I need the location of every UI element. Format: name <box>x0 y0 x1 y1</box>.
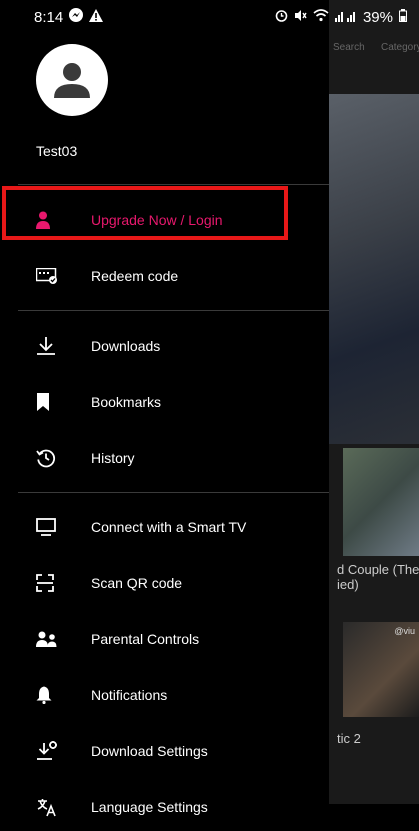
status-time: 8:14 <box>34 8 64 26</box>
search-tab[interactable]: Search <box>333 42 365 53</box>
person-icon <box>54 63 90 98</box>
divider <box>18 310 329 311</box>
menu-item-smart-tv[interactable]: Connect with a Smart TV <box>18 503 329 551</box>
menu-item-label: Redeem code <box>91 268 179 284</box>
history-icon <box>36 446 76 470</box>
menu-item-download-settings[interactable]: Download Settings <box>18 727 329 775</box>
menu-item-label: Language Settings <box>91 799 208 815</box>
thumbnail-2-title: tic 2 <box>337 731 361 746</box>
menu-item-label: Connect with a Smart TV <box>91 519 247 535</box>
menu-item-label: Downloads <box>91 338 161 354</box>
bookmark-icon <box>36 390 76 414</box>
menu-item-label: History <box>91 450 135 466</box>
status-bar: 8:14 39% <box>0 0 419 34</box>
thumbnail-2[interactable]: @viu <box>343 622 419 717</box>
alarm-icon <box>275 9 288 26</box>
menu-item-redeem[interactable]: Redeem code <box>18 252 329 300</box>
divider <box>18 492 329 493</box>
warning-icon <box>89 8 104 26</box>
viu-watermark: @viu <box>394 626 415 636</box>
highlight-box <box>2 186 288 240</box>
tv-icon <box>36 515 76 539</box>
signal-icon <box>334 9 357 26</box>
menu-item-scan-qr[interactable]: Scan QR code <box>18 559 329 607</box>
wifi-icon <box>313 8 329 26</box>
menu-item-bookmarks[interactable]: Bookmarks <box>18 378 329 426</box>
username: Test03 <box>36 143 78 159</box>
family-icon <box>36 627 76 651</box>
category-tab[interactable]: Category <box>381 42 419 53</box>
download-settings-icon <box>36 739 76 763</box>
menu-item-label: Notifications <box>91 687 168 703</box>
menu-item-label: Parental Controls <box>91 631 200 647</box>
thumbnail-1-title: d Couple (The ied) <box>337 562 419 592</box>
messenger-icon <box>69 8 84 26</box>
user-avatar[interactable] <box>36 44 108 116</box>
navigation-drawer: Test03 Upgrade Now / Login Redeem code D… <box>18 0 329 817</box>
qr-scan-icon <box>36 571 76 595</box>
menu-item-language-settings[interactable]: Language Settings <box>18 783 329 831</box>
menu-item-label: Bookmarks <box>91 394 162 410</box>
language-icon <box>36 795 76 819</box>
divider <box>18 184 329 185</box>
battery-text: 39% <box>362 8 393 26</box>
menu-item-downloads[interactable]: Downloads <box>18 322 329 370</box>
download-icon <box>36 334 76 358</box>
background-content: Search Category d Couple (The ied) @viu t… <box>329 0 419 804</box>
battery-icon <box>399 8 407 26</box>
thumbnail-1[interactable] <box>343 448 419 556</box>
voucher-icon <box>36 264 76 288</box>
hero-poster[interactable] <box>329 94 419 444</box>
menu-item-notifications[interactable]: Notifications <box>18 671 329 719</box>
menu-item-parental-controls[interactable]: Parental Controls <box>18 615 329 663</box>
mute-icon <box>294 9 307 26</box>
menu-item-history[interactable]: History <box>18 434 329 482</box>
menu-item-label: Download Settings <box>91 743 208 759</box>
menu-item-label: Scan QR code <box>91 575 183 591</box>
bell-icon <box>36 683 76 707</box>
